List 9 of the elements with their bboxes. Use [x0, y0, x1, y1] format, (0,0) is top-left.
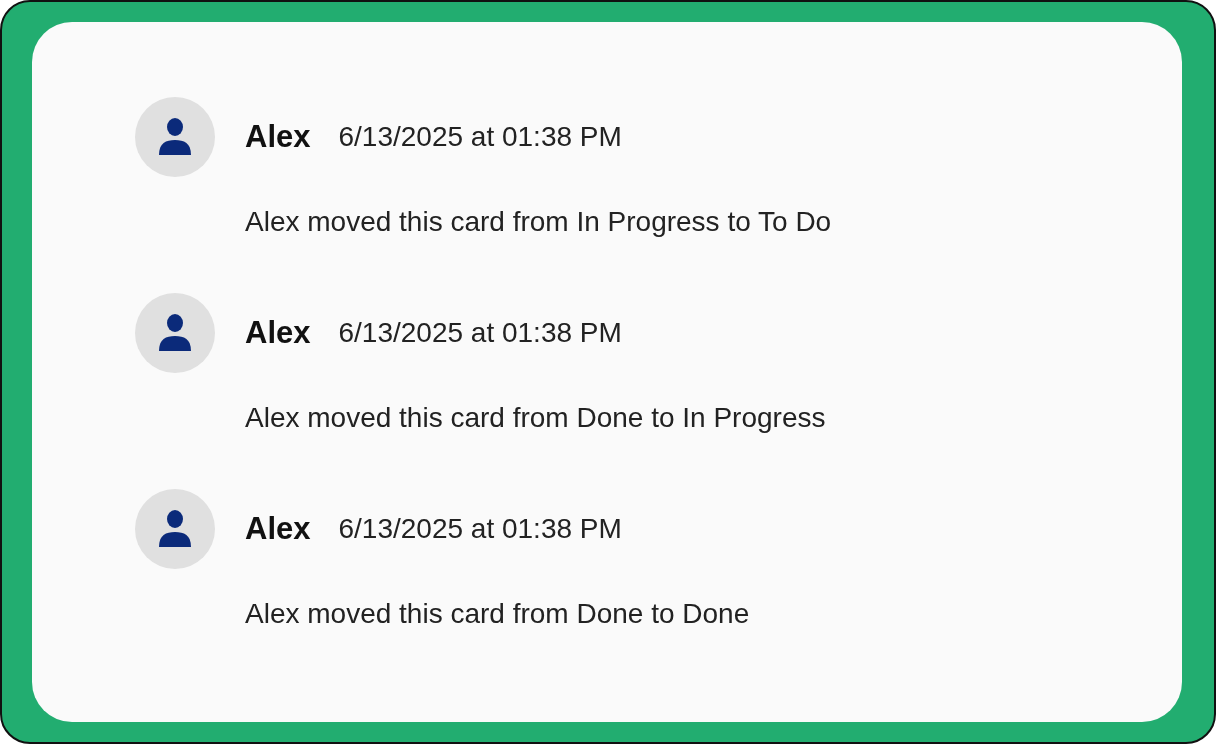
author-name: Alex: [245, 315, 311, 351]
author-name: Alex: [245, 511, 311, 547]
activity-message: Alex moved this card from In Progress to To Do: [245, 205, 833, 239]
activity-message: Alex moved this card from Done to Done: [245, 597, 751, 631]
timestamp: 6/13/2025 at 01:38 PM: [338, 317, 622, 349]
activity-message: Alex moved this card from Done to In Progress: [245, 401, 827, 435]
timestamp: 6/13/2025 at 01:38 PM: [338, 513, 622, 545]
author-name: Alex: [245, 119, 311, 155]
timestamp: 6/13/2025 at 01:38 PM: [338, 121, 622, 153]
